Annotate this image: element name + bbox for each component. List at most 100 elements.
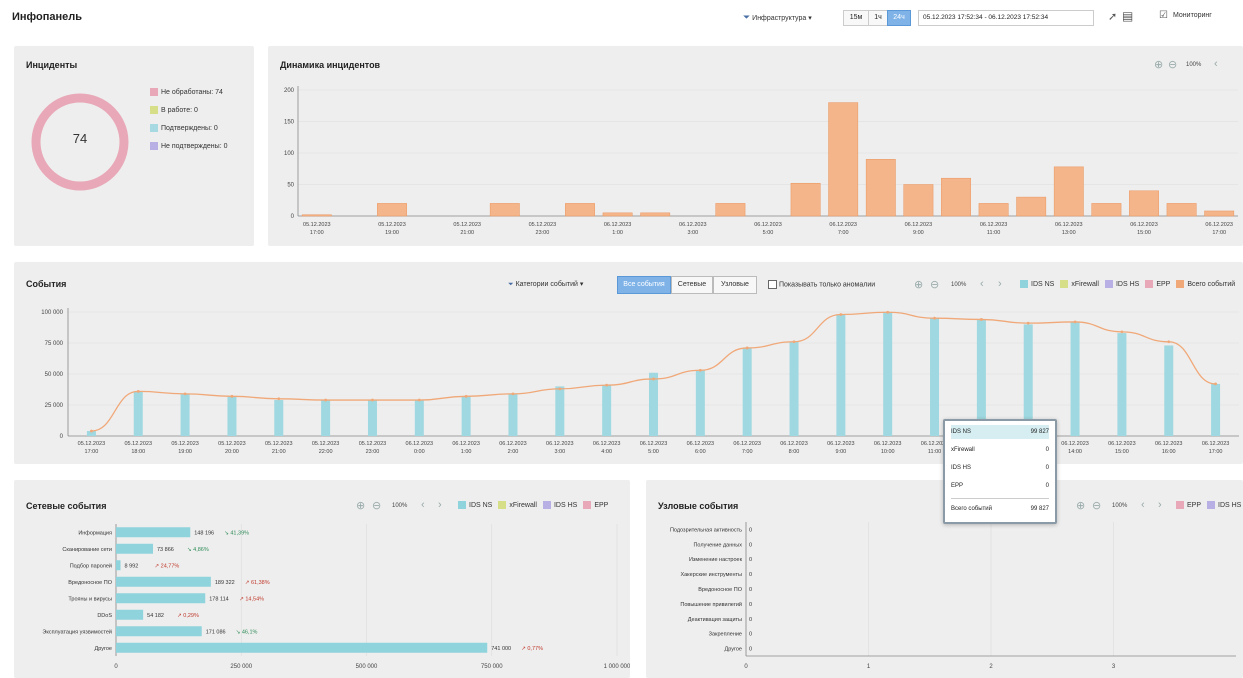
bar-change-label: ↗ 61,38% xyxy=(245,580,270,586)
ids-ns-bar xyxy=(789,341,799,436)
send-icon[interactable]: ➚ xyxy=(1108,10,1117,23)
x-tick-label: 06.12.2023 xyxy=(1205,222,1233,228)
x-tick-label: 7:00 xyxy=(838,230,849,236)
x-tick-label: 20:00 xyxy=(225,449,239,455)
incidents-title: Инциденты xyxy=(26,60,78,70)
calendar-icon[interactable]: ▤ xyxy=(1122,9,1133,23)
x-tick-label: 06.12.2023 xyxy=(593,441,621,447)
incident-bar xyxy=(1129,190,1159,217)
x-tick-label: 8:00 xyxy=(789,449,800,455)
bar-change-label: ↘ 46,1% xyxy=(236,629,258,635)
category-label: Подбор паролей xyxy=(70,562,112,569)
network-event-bar xyxy=(116,626,202,637)
events-chart: 0 25 000 50 000 75 000 100 000 05.12.2023 17:0… xyxy=(41,308,1239,455)
dynamics-chart: 0 50 100 150 200 05.12.2023 17:00 05.12.2023 19:… xyxy=(284,86,1238,236)
network-event-bar xyxy=(116,593,206,604)
filter-dropdown[interactable]: ⏷ Инфраструктура ▾ xyxy=(743,12,812,23)
x-tick-label: 06.12.2023 xyxy=(546,441,574,447)
bar-value-label: 0 xyxy=(749,602,752,608)
x-tick-label: 06.12.2023 xyxy=(452,441,480,447)
incident-bar xyxy=(1016,196,1047,217)
category-label: Вредоносное ПО xyxy=(68,580,112,586)
x-tick-label: 22:00 xyxy=(319,449,333,455)
bar-value-label: 0 xyxy=(749,647,752,653)
bar-value-label: 178 114 xyxy=(209,596,228,602)
incidents-legend-item[interactable]: В работе: 0 xyxy=(150,106,198,114)
x-tick-label: 3:00 xyxy=(554,449,565,455)
filter-label: Инфраструктура xyxy=(752,15,807,22)
tooltip-total-value: 99 827 xyxy=(1030,506,1049,512)
total-events-point xyxy=(371,398,374,402)
category-label: Другое xyxy=(95,646,112,652)
bar-value-label: 54 182 xyxy=(147,613,164,619)
x-tick-label: 5:00 xyxy=(648,449,659,455)
tooltip-total-label: Всего событий xyxy=(951,506,993,512)
network-event-bar xyxy=(116,576,211,587)
x-tick-label: 6:00 xyxy=(695,449,706,455)
bar-value-label: 0 xyxy=(749,542,752,548)
bar-change-label: ↗ 14,54% xyxy=(239,596,264,602)
x-tick-label: 4:00 xyxy=(601,449,612,455)
x-tick-label: 06.12.2023 xyxy=(754,222,782,228)
x-tick-label: 750 000 xyxy=(481,664,503,670)
incident-bar xyxy=(1053,166,1084,217)
y-tick-label: 50 000 xyxy=(45,372,64,378)
incidents-legend-item[interactable]: Не подтверждены: 0 xyxy=(150,142,227,150)
range-button-1h[interactable]: 1ч xyxy=(868,10,888,26)
tooltip-row: IDS NS 99 827 xyxy=(951,425,1049,439)
range-button-15m[interactable]: 15м xyxy=(843,10,869,26)
x-tick-label: 06.12.2023 xyxy=(406,441,434,447)
x-tick-label: 14:00 xyxy=(1068,449,1082,455)
x-tick-label: 21:00 xyxy=(460,230,474,236)
incidents-legend-item[interactable]: Не обработаны: 74 xyxy=(150,88,223,96)
y-tick-label: 150 xyxy=(284,120,295,126)
bar-change-label: ↗ 24,77% xyxy=(155,563,180,569)
category-label: Закрепление xyxy=(709,632,742,638)
x-tick-label: 05.12.2023 xyxy=(378,222,406,228)
category-label: Деактивация защиты xyxy=(688,617,742,623)
bar-value-label: 0 xyxy=(749,557,752,563)
incidents-legend-item[interactable]: Подтверждены: 0 xyxy=(150,124,218,132)
date-range-input[interactable]: 05.12.2023 17:52:34 - 06.12.2023 17:52:3… xyxy=(918,10,1094,26)
x-tick-label: 06.12.2023 xyxy=(1155,441,1183,447)
x-tick-label: 10:00 xyxy=(881,449,895,455)
x-tick-label: 9:00 xyxy=(913,230,924,236)
incidents-panel: Инциденты 74 Не обработаны: 74 В работе: … xyxy=(14,46,254,246)
ids-ns-bar xyxy=(367,400,377,436)
total-events-point xyxy=(324,398,328,402)
y-tick-label: 100 xyxy=(284,151,295,157)
network-event-bar xyxy=(116,609,144,620)
x-tick-label: 1:00 xyxy=(461,449,472,455)
x-tick-label: 500 000 xyxy=(356,664,378,670)
total-events-point xyxy=(511,392,515,396)
incident-bar xyxy=(301,214,332,217)
x-tick-label: 18:00 xyxy=(131,449,145,455)
bar-value-label: 171 086 xyxy=(206,629,226,635)
bar-value-label: 0 xyxy=(749,572,752,578)
range-button-24h[interactable]: 24ч xyxy=(887,10,911,26)
total-events-point xyxy=(417,398,421,402)
x-tick-label: 06.12.2023 xyxy=(1055,222,1083,228)
y-tick-label: 100 000 xyxy=(41,310,63,316)
x-tick-label: 06.12.2023 xyxy=(827,441,855,447)
x-tick-label: 2:00 xyxy=(508,449,519,455)
ids-ns-bar xyxy=(930,318,940,436)
tooltip-value: 0 xyxy=(1045,483,1049,489)
total-events-point xyxy=(464,394,468,398)
category-label: Повышение привилегий xyxy=(680,601,742,608)
ids-ns-bar xyxy=(227,396,237,436)
ids-ns-bar xyxy=(742,347,752,436)
ids-ns-bar xyxy=(602,385,612,436)
incident-bar xyxy=(941,177,971,217)
category-label: Получение данных xyxy=(693,542,742,548)
ids-ns-bar xyxy=(133,391,143,436)
x-tick-label: 17:00 xyxy=(310,230,324,236)
incident-bar xyxy=(1091,203,1122,217)
x-tick-label: 1 000 000 xyxy=(604,664,630,670)
x-tick-label: 2 xyxy=(989,664,993,670)
x-tick-label: 06.12.2023 xyxy=(829,222,857,228)
x-tick-label: 23:00 xyxy=(366,449,380,455)
y-tick-label: 25 000 xyxy=(45,403,64,409)
checkbox-icon[interactable]: ☑ xyxy=(1159,10,1168,21)
total-events-point xyxy=(558,387,562,391)
